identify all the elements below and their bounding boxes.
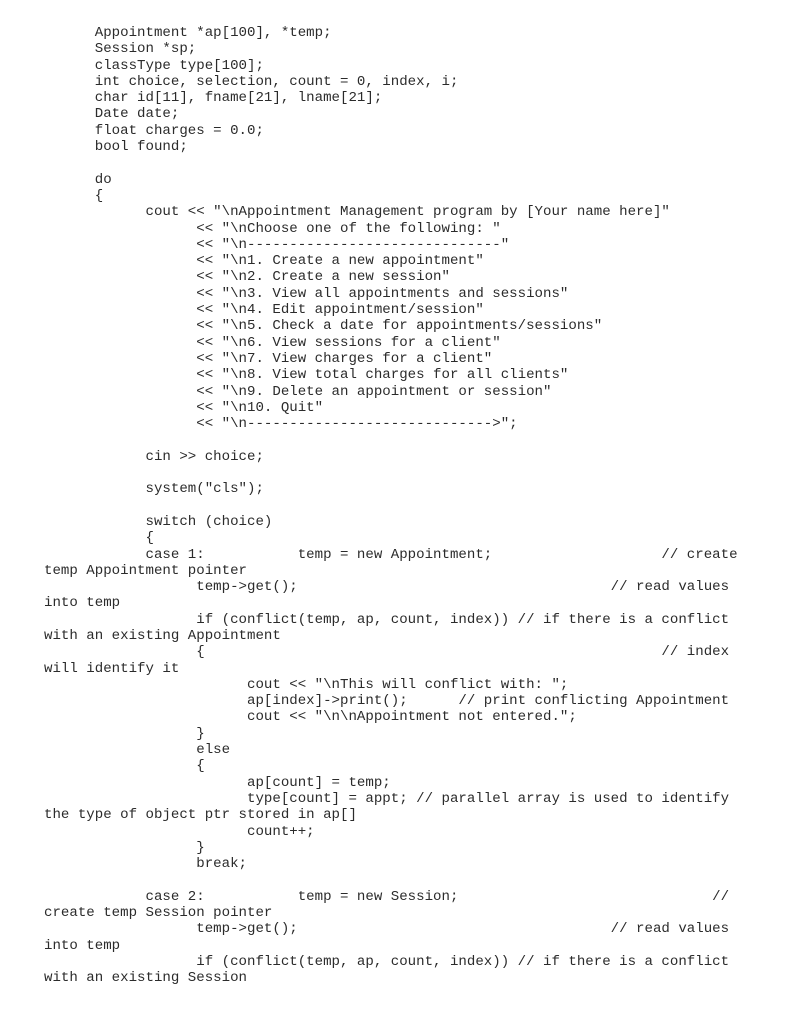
code-line: << "\n7. View charges for a client" <box>44 350 493 367</box>
code-line: << "\n6. View sessions for a client" <box>44 334 501 351</box>
code-line: Date date; <box>44 106 180 123</box>
code-line: classType type[100]; <box>44 57 264 74</box>
code-line: bool found; <box>44 139 188 156</box>
code-line: } <box>44 839 205 856</box>
code-line: will identify it <box>44 660 180 677</box>
code-line: << "\n8. View total charges for all clie… <box>44 367 569 384</box>
code-line: case 1: temp = new Appointment; // creat… <box>44 546 738 563</box>
code-line: << "\n1. Create a new appointment" <box>44 253 484 270</box>
code-line: { <box>44 187 104 204</box>
code-line: Appointment *ap[100], *temp; <box>44 25 332 41</box>
code-line: switch (choice) <box>44 513 273 530</box>
code-line: char id[11], fname[21], lname[21]; <box>44 90 383 107</box>
code-line: if (conflict(temp, ap, count, index)) //… <box>44 953 730 970</box>
code-line: temp Appointment pointer <box>44 562 247 579</box>
code-line: Session *sp; <box>44 41 197 58</box>
code-line: with an existing Session <box>44 970 247 987</box>
code-line: temp->get(); // read values <box>44 579 730 596</box>
code-line: temp->get(); // read values <box>44 921 730 938</box>
code-line: cout << "\n\nAppointment not entered."; <box>44 709 577 726</box>
code-line: << "\n5. Check a date for appointments/s… <box>44 318 603 335</box>
code-line: case 2: temp = new Session; // <box>44 888 730 905</box>
code-line: << "\n9. Delete an appointment or sessio… <box>44 383 552 400</box>
code-line: create temp Session pointer <box>44 905 273 922</box>
code-document: Appointment *ap[100], *temp; Session *sp… <box>44 25 789 987</box>
code-line: else <box>44 742 231 759</box>
code-line: << "\n2. Create a new session" <box>44 269 450 286</box>
code-line: cout << "\nAppointment Management progra… <box>44 204 670 221</box>
code-line: count++; <box>44 823 315 840</box>
code-line: do <box>44 171 112 188</box>
code-line: if (conflict(temp, ap, count, index)) //… <box>44 611 730 628</box>
code-line: break; <box>44 856 247 873</box>
code-line: type[count] = appt; // parallel array is… <box>44 790 730 807</box>
code-line: << "\n3. View all appointments and sessi… <box>44 285 569 302</box>
code-line: { // index <box>44 644 730 661</box>
code-line: } <box>44 725 205 742</box>
code-line: cin >> choice; <box>44 448 264 465</box>
code-line: << "\nChoose one of the following: " <box>44 220 501 237</box>
code-line: << "\n----------------------------->"; <box>44 416 518 433</box>
code-line: system("cls"); <box>44 481 264 498</box>
code-line: { <box>44 758 205 775</box>
code-line: with an existing Appointment <box>44 627 281 644</box>
code-line: ap[count] = temp; <box>44 774 391 791</box>
code-line: int choice, selection, count = 0, index,… <box>44 73 459 90</box>
code-line: << "\n------------------------------" <box>44 236 510 253</box>
code-line: the type of object ptr stored in ap[] <box>44 807 357 824</box>
code-line: << "\n4. Edit appointment/session" <box>44 302 484 319</box>
code-line: into temp <box>44 937 121 954</box>
code-line: cout << "\nThis will conflict with: "; <box>44 676 569 693</box>
code-line: ap[index]->print(); // print conflicting… <box>44 693 730 710</box>
code-line: { <box>44 530 154 547</box>
code-line: float charges = 0.0; <box>44 122 264 139</box>
code-line: into temp <box>44 595 121 612</box>
code-line: << "\n10. Quit" <box>44 399 324 416</box>
